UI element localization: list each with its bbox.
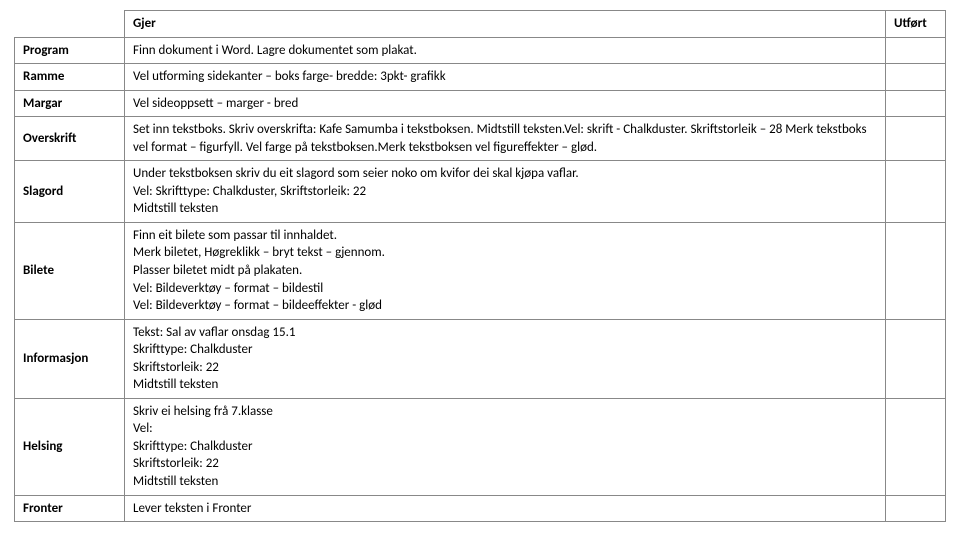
row-done-cell <box>886 222 946 319</box>
row-action: Vel utforming sidekanter – boks farge- b… <box>125 64 886 91</box>
row-label: Program <box>15 37 125 64</box>
action-line: Vel: Bildeverktøy – format – bildeeffekt… <box>133 297 877 315</box>
row-label: Ramme <box>15 64 125 91</box>
action-line: Tekst: Sal av vaflar onsdag 15.1 <box>133 324 877 342</box>
action-line: Skrifttype: Chalkduster <box>133 438 877 456</box>
row-label: Bilete <box>15 222 125 319</box>
action-line: Lever teksten i Fronter <box>133 500 877 518</box>
action-line: Skriftstorleik: 22 <box>133 359 877 377</box>
row-done-cell <box>886 319 946 398</box>
row-label: Fronter <box>15 495 125 522</box>
action-line: Midtstill teksten <box>133 200 877 218</box>
table-row: Margar Vel sideoppsett – marger - bred <box>15 90 946 117</box>
table-row: OverskriftSet inn tekstboks. Skriv overs… <box>15 117 946 161</box>
row-action: Skriv ei helsing frå 7.klasseVel:Skriftt… <box>125 398 886 495</box>
table-row: Slagord Under tekstboksen skriv du eit sl… <box>15 161 946 223</box>
action-line: Under tekstboksen skriv du eit slagord s… <box>133 165 877 183</box>
row-action: Finn dokument i Word. Lagre dokumentet s… <box>125 37 886 64</box>
row-action: Set inn tekstboks. Skriv overskrifta: Ka… <box>125 117 886 161</box>
table-row: Ramme Vel utforming sidekanter – boks far… <box>15 64 946 91</box>
action-line: Vel: Bildeverktøy – format – bildestil <box>133 280 877 298</box>
row-done-cell <box>886 117 946 161</box>
action-line: Skriftstorleik: 22 <box>133 455 877 473</box>
action-line: Merk biletet, Høgreklikk – bryt tekst – … <box>133 244 877 262</box>
row-label: Slagord <box>15 161 125 223</box>
row-done-cell <box>886 37 946 64</box>
row-action: Vel sideoppsett – marger - bred <box>125 90 886 117</box>
row-done-cell <box>886 64 946 91</box>
action-line: Skriv ei helsing frå 7.klasse <box>133 403 877 421</box>
table-row: Bilete Finn eit bilete som passar til inn… <box>15 222 946 319</box>
action-line: Vel: <box>133 420 877 438</box>
action-line: Midtstill teksten <box>133 473 877 491</box>
row-action: Finn eit bilete som passar til innhaldet… <box>125 222 886 319</box>
table-row: Fronter Lever teksten i Fronter <box>15 495 946 522</box>
row-label: Helsing <box>15 398 125 495</box>
action-line: Vel sideoppsett – marger - bred <box>133 95 877 113</box>
header-blank <box>15 11 125 38</box>
action-line: Finn dokument i Word. Lagre dokumentet s… <box>133 42 877 60</box>
action-line: Set inn tekstboks. Skriv overskrifta: Ka… <box>133 121 877 156</box>
row-action: Lever teksten i Fronter <box>125 495 886 522</box>
action-line: Finn eit bilete som passar til innhaldet… <box>133 227 877 245</box>
row-label: Informasjon <box>15 319 125 398</box>
row-done-cell <box>886 161 946 223</box>
table-row: Program Finn dokument i Word. Lagre dokum… <box>15 37 946 64</box>
table-row: HelsingSkriv ei helsing frå 7.klasseVel:… <box>15 398 946 495</box>
table-row: InformasjonTekst: Sal av vaflar onsdag 1… <box>15 319 946 398</box>
row-action: Tekst: Sal av vaflar onsdag 15.1Skriftty… <box>125 319 886 398</box>
action-line: Vel utforming sidekanter – boks farge- b… <box>133 68 877 86</box>
action-line: Skrifttype: Chalkduster <box>133 341 877 359</box>
instruction-table: Gjer Utført Program Finn dokument i Word.… <box>14 10 946 522</box>
row-done-cell <box>886 398 946 495</box>
action-line: Midtstill teksten <box>133 376 877 394</box>
row-done-cell <box>886 90 946 117</box>
header-done: Utført <box>886 11 946 38</box>
row-label: Margar <box>15 90 125 117</box>
row-action: Under tekstboksen skriv du eit slagord s… <box>125 161 886 223</box>
action-line: Vel: Skrifttype: Chalkduster, Skriftstor… <box>133 183 877 201</box>
row-done-cell <box>886 495 946 522</box>
header-action: Gjer <box>125 11 886 38</box>
action-line: Plasser biletet midt på plakaten. <box>133 262 877 280</box>
row-label: Overskrift <box>15 117 125 161</box>
